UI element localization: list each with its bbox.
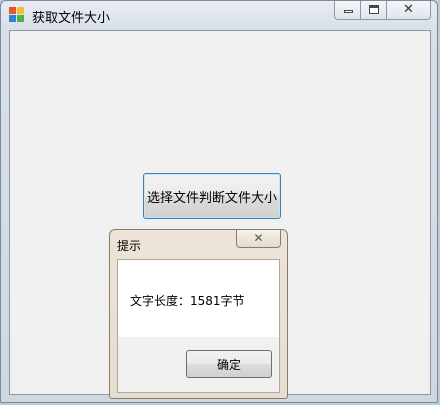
title-bar[interactable]: 获取文件大小 ✕	[1, 1, 437, 29]
select-file-button[interactable]: 选择文件判断文件大小	[143, 173, 281, 219]
maximize-button[interactable]	[361, 1, 387, 20]
maximize-icon	[369, 5, 379, 14]
caption-buttons: ✕	[334, 1, 431, 20]
minimize-icon	[344, 10, 353, 13]
close-icon: ✕	[403, 2, 414, 17]
dialog-title: 提示	[117, 239, 142, 253]
close-button[interactable]: ✕	[387, 1, 431, 20]
dialog-body: 文字长度：1581字节 确定	[117, 259, 280, 393]
window-title: 获取文件大小	[32, 11, 111, 26]
app-icon	[9, 7, 25, 23]
dialog-close-button[interactable]: ✕	[236, 230, 281, 248]
dialog-message: 文字长度：1581字节	[130, 294, 245, 308]
ok-button[interactable]: 确定	[186, 350, 272, 378]
message-dialog: 提示 ✕ 文字长度：1581字节 确定	[109, 229, 288, 399]
close-icon: ✕	[253, 231, 264, 245]
minimize-button[interactable]	[334, 1, 361, 20]
dialog-message-area: 文字长度：1581字节	[118, 260, 279, 337]
